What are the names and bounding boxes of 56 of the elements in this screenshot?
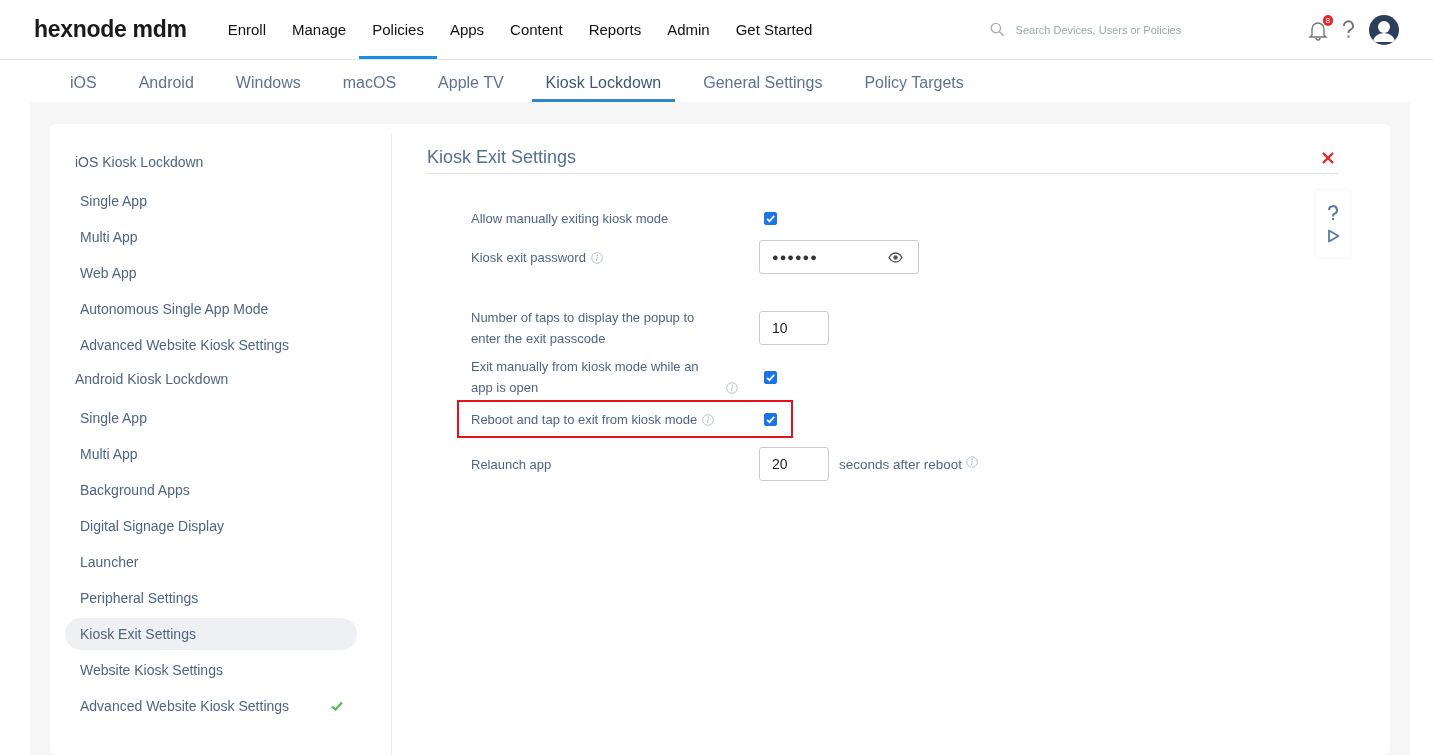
sidebar-item[interactable]: Multi App	[65, 438, 357, 470]
nav-link[interactable]: Manage	[279, 0, 360, 59]
search-field[interactable]: Search Devices, Users or Policies	[990, 22, 1270, 37]
tab[interactable]: iOS	[56, 60, 111, 102]
setting-label: Kiosk exit password	[471, 248, 586, 267]
notification-badge: 8	[1322, 14, 1333, 26]
help-icon[interactable]	[1342, 20, 1355, 39]
nav-link[interactable]: Enroll	[214, 0, 279, 59]
checkbox[interactable]	[764, 211, 777, 225]
tab[interactable]: General Settings	[689, 60, 837, 102]
sidebar-item[interactable]: Launcher	[65, 546, 357, 578]
checkbox[interactable]	[764, 412, 777, 426]
sidebar-heading: Android Kiosk Lockdown	[74, 370, 230, 389]
nav-link[interactable]: Content	[497, 0, 576, 59]
tab[interactable]: Policy Targets	[850, 60, 978, 102]
eye-icon[interactable]	[888, 251, 903, 263]
sidebar-item[interactable]: Single App	[65, 402, 357, 434]
help-icon[interactable]	[1327, 204, 1339, 221]
number-field[interactable]: 20	[759, 447, 829, 481]
nav-link[interactable]: Reports	[575, 0, 655, 59]
sidebar-item[interactable]: Digital Signage Display	[65, 510, 357, 542]
sidebar-heading: iOS Kiosk Lockdown	[74, 153, 205, 172]
sidebar-item[interactable]: Multi App	[65, 221, 357, 253]
setting-label: Exit manually from kiosk mode while an app is open	[471, 358, 700, 397]
sidebar-item[interactable]: Single App	[65, 185, 357, 217]
password-field[interactable]: ●●●●●●	[759, 240, 919, 274]
sidebar-item[interactable]: Autonomous Single App Mode	[65, 293, 357, 325]
sidebar-item[interactable]: Advanced Website Kiosk Settings	[65, 690, 357, 722]
sidebar-item[interactable]: Peripheral Settings	[65, 582, 357, 614]
check-icon	[331, 701, 343, 711]
nav-link[interactable]: Admin	[654, 0, 723, 59]
close-icon[interactable]	[1322, 151, 1334, 164]
sidebar-item[interactable]: Background Apps	[65, 474, 357, 506]
tab[interactable]: Android	[124, 60, 208, 102]
sidebar-item[interactable]: Kiosk Exit Settings	[65, 618, 357, 650]
nav-link[interactable]: Get Started	[722, 0, 826, 59]
tab[interactable]: Windows	[221, 60, 315, 102]
unit-label: seconds after reboot	[839, 456, 963, 472]
setting-label: Allow manually exiting kiosk mode	[471, 209, 669, 228]
sidebar-item[interactable]: Advanced Website Kiosk Settings	[65, 329, 357, 361]
setting-label: Relaunch app	[471, 455, 552, 474]
sidebar-item[interactable]: Website Kiosk Settings	[65, 654, 357, 686]
sidebar-item[interactable]: Web App	[65, 257, 357, 289]
play-icon[interactable]	[1326, 228, 1340, 243]
nav-link[interactable]: Policies	[359, 0, 437, 59]
tab[interactable]: Apple TV	[424, 60, 518, 102]
search-icon	[990, 22, 1005, 37]
avatar[interactable]	[1369, 14, 1399, 45]
setting-label: Reboot and tap to exit from kiosk mode	[471, 410, 698, 429]
setting-label: Number of taps to display the popup to enter the exit passcode	[471, 309, 696, 348]
logo[interactable]: hexnode mdm	[34, 16, 187, 43]
tab[interactable]: macOS	[328, 60, 411, 102]
panel-title: Kiosk Exit Settings	[427, 147, 577, 168]
number-field[interactable]: 10	[759, 311, 829, 345]
nav-link[interactable]: Apps	[436, 0, 498, 59]
checkbox[interactable]	[764, 370, 777, 384]
